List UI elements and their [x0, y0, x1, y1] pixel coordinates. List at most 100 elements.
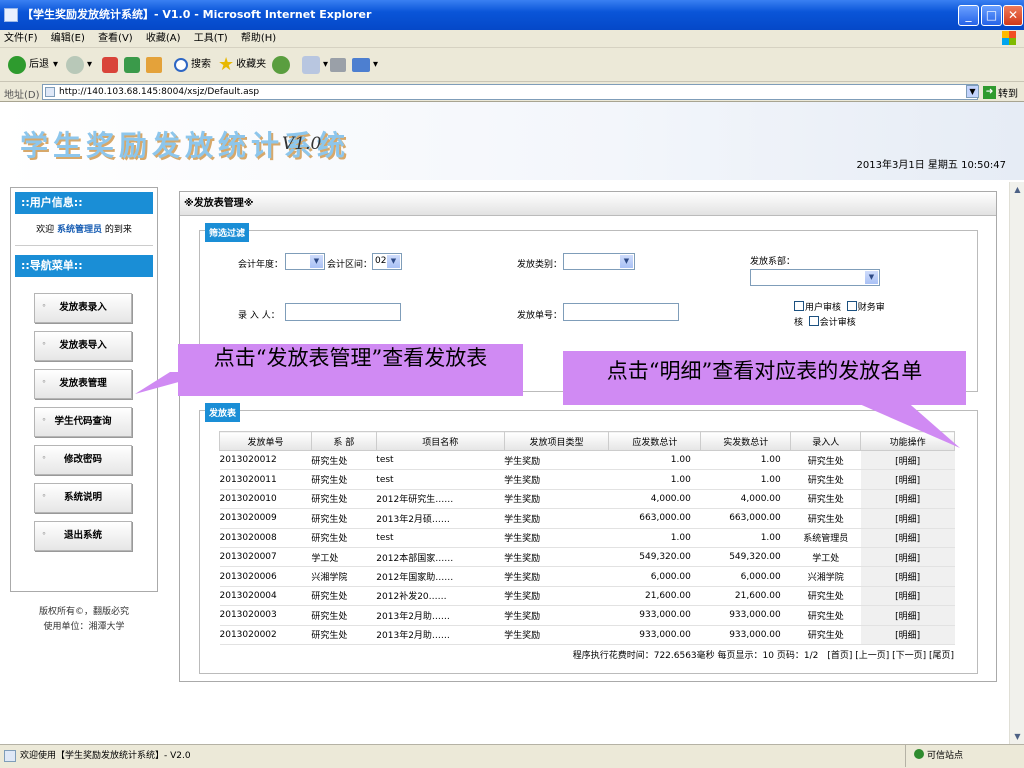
- user-review-checkbox[interactable]: [794, 301, 804, 311]
- menu-file[interactable]: 文件(F): [4, 33, 38, 44]
- cell-department: 研究生处: [311, 469, 377, 490]
- mail-button[interactable]: ▾: [302, 54, 328, 76]
- stop-button[interactable]: [102, 54, 121, 76]
- table-row: 2013020003 研究生处 2013年2月助…… 学生奖励 933,000.00 93…: [219, 605, 955, 626]
- entry-person-input[interactable]: [285, 303, 401, 321]
- left-callout: 点击“发放表管理”查看发放表: [178, 344, 523, 396]
- scroll-down-icon[interactable]: ▼: [1010, 729, 1024, 744]
- fiscal-period-select[interactable]: 02 ▼: [372, 253, 402, 270]
- sheet-table-panel: 发放表 发放单号 系 部 项目名称 发放项目类型 应发数总计 实发数总计 录入人…: [199, 403, 978, 674]
- detail-link[interactable]: [明细]: [860, 547, 955, 568]
- print-button[interactable]: [330, 54, 349, 76]
- minimize-button[interactable]: _: [958, 5, 979, 26]
- nav-system-help[interactable]: ° 系统说明: [34, 483, 132, 513]
- detail-link[interactable]: [明细]: [860, 586, 955, 607]
- menu-tools[interactable]: 工具(T): [194, 33, 228, 44]
- cell-due-total: 1.00: [608, 469, 701, 490]
- sheet-number-input[interactable]: [563, 303, 679, 321]
- col-sheet-number[interactable]: 发放单号: [219, 431, 312, 451]
- nav-change-password[interactable]: ° 修改密码: [34, 445, 132, 475]
- detail-link[interactable]: [明细]: [860, 528, 955, 548]
- home-button[interactable]: [146, 54, 165, 76]
- col-department[interactable]: 系 部: [310, 431, 377, 451]
- table-row: 2013020008 研究生处 test 学生奖励 1.00 1.00 系统管理员 [明细]: [219, 528, 955, 548]
- col-due-total[interactable]: 应发数总计: [608, 431, 702, 451]
- cell-department: 研究生处: [311, 528, 377, 548]
- finance-review-label: 财务审: [857, 303, 885, 313]
- window-titlebar: 【学生奖励发放统计系统】- V1.0 - Microsoft Internet …: [0, 0, 1024, 30]
- search-button[interactable]: 搜索: [174, 54, 211, 76]
- close-button[interactable]: ✕: [1003, 5, 1023, 26]
- back-button[interactable]: 后退 ▾: [8, 54, 58, 76]
- col-project-type[interactable]: 发放项目类型: [503, 431, 610, 451]
- nav-sheet-import[interactable]: ° 发放表导入: [34, 331, 132, 361]
- menu-view[interactable]: 查看(V): [98, 33, 133, 44]
- nav-sheet-entry[interactable]: ° 发放表录入: [34, 293, 132, 323]
- detail-link[interactable]: [明细]: [860, 469, 955, 490]
- edit-icon: [352, 58, 370, 72]
- history-button[interactable]: [272, 54, 293, 76]
- cell-project-type: 学生奖励: [504, 489, 609, 510]
- history-icon: [272, 56, 290, 74]
- detail-link[interactable]: [明细]: [860, 489, 955, 510]
- chevron-down-icon: ▼: [620, 255, 633, 268]
- col-project-name[interactable]: 项目名称: [375, 431, 505, 451]
- cell-due-total: 933,000.00: [608, 605, 701, 626]
- finance-review-checkbox[interactable]: [846, 301, 857, 311]
- address-input[interactable]: http://140.103.68.145:8004/xsjz/Default.…: [42, 84, 978, 100]
- nav-logout[interactable]: ° 退出系统: [34, 521, 132, 551]
- nav-label: 发放表录入: [59, 302, 107, 313]
- go-button[interactable]: ➜ 转到: [983, 85, 1018, 100]
- back-label: 后退: [29, 59, 49, 70]
- detail-link[interactable]: [明细]: [860, 625, 955, 645]
- site-header: 学生奖励发放统计系统 V1.0 2013年3月1日 星期五 10:50:47: [0, 102, 1024, 180]
- home-icon: [146, 57, 162, 73]
- cell-due-total: 663,000.00: [608, 508, 701, 529]
- check-icon: [914, 749, 924, 759]
- cell-entry-person: 研究生处: [790, 625, 861, 645]
- col-paid-total[interactable]: 实发数总计: [700, 431, 792, 451]
- payout-dept-select[interactable]: ▼: [750, 269, 880, 286]
- nav-sheet-manage[interactable]: ° 发放表管理: [34, 369, 132, 399]
- detail-link[interactable]: [明细]: [860, 450, 955, 471]
- accounting-review-checkbox[interactable]: [808, 316, 819, 326]
- address-url: http://140.103.68.145:8004/xsjz/Default.…: [59, 87, 260, 97]
- chevron-down-icon: ▼: [387, 255, 400, 268]
- detail-link[interactable]: [明细]: [860, 566, 955, 587]
- right-callout: 点击“明细”查看对应表的发放名单: [563, 351, 966, 405]
- pagination[interactable]: 程序执行花费时间：722.6563毫秒 每页显示：10 页码：1/2 [首页] …: [573, 648, 954, 661]
- menu-favorites[interactable]: 收藏(A): [146, 33, 181, 44]
- detail-link[interactable]: [明细]: [860, 605, 955, 626]
- favorites-label: 收藏夹: [236, 59, 267, 70]
- cell-department: 研究生处: [311, 489, 377, 510]
- user-review-label: 用户审核: [805, 303, 842, 313]
- page-icon: [45, 87, 55, 97]
- payout-type-select[interactable]: ▼: [563, 253, 635, 270]
- menu-help[interactable]: 帮助(H): [241, 33, 276, 44]
- cell-department: 学工处: [311, 547, 377, 568]
- cell-paid-total: 933,000.00: [700, 605, 791, 626]
- welcome-user: 系统管理员: [56, 225, 102, 235]
- cell-sheet-number: 2013020012: [219, 450, 312, 471]
- page-scrollbar[interactable]: ▲ ▼: [1009, 182, 1024, 744]
- address-dropdown-button[interactable]: ▼: [966, 85, 979, 98]
- detail-link[interactable]: [明细]: [860, 508, 955, 529]
- fiscal-year-select[interactable]: ▼: [285, 253, 325, 270]
- cell-project-name: 2013年2月助……: [376, 605, 505, 626]
- review-checkboxes: 用户审核 财务审 核 会计审核: [794, 301, 885, 331]
- nav-student-code-query[interactable]: ° 学生代码查询: [34, 407, 132, 437]
- refresh-button[interactable]: [124, 54, 143, 76]
- maximize-button[interactable]: □: [981, 5, 1002, 26]
- col-entry-person[interactable]: 录入人: [790, 431, 862, 451]
- cell-entry-person: 兴湘学院: [790, 566, 861, 587]
- edit-button[interactable]: ▾: [352, 54, 378, 76]
- page-content: 学生奖励发放统计系统 V1.0 2013年3月1日 星期五 10:50:47 :…: [0, 102, 1024, 744]
- status-text: 欢迎使用【学生奖励发放统计系统】- V2.0: [20, 751, 191, 761]
- search-label: 搜索: [191, 59, 211, 70]
- favorites-button[interactable]: ★ 收藏夹: [218, 54, 266, 76]
- go-arrow-icon: ➜: [983, 86, 996, 99]
- forward-button[interactable]: ▾: [66, 54, 92, 76]
- scroll-up-icon[interactable]: ▲: [1010, 182, 1024, 197]
- menu-edit[interactable]: 编辑(E): [51, 33, 85, 44]
- cell-project-type: 学生奖励: [504, 625, 609, 645]
